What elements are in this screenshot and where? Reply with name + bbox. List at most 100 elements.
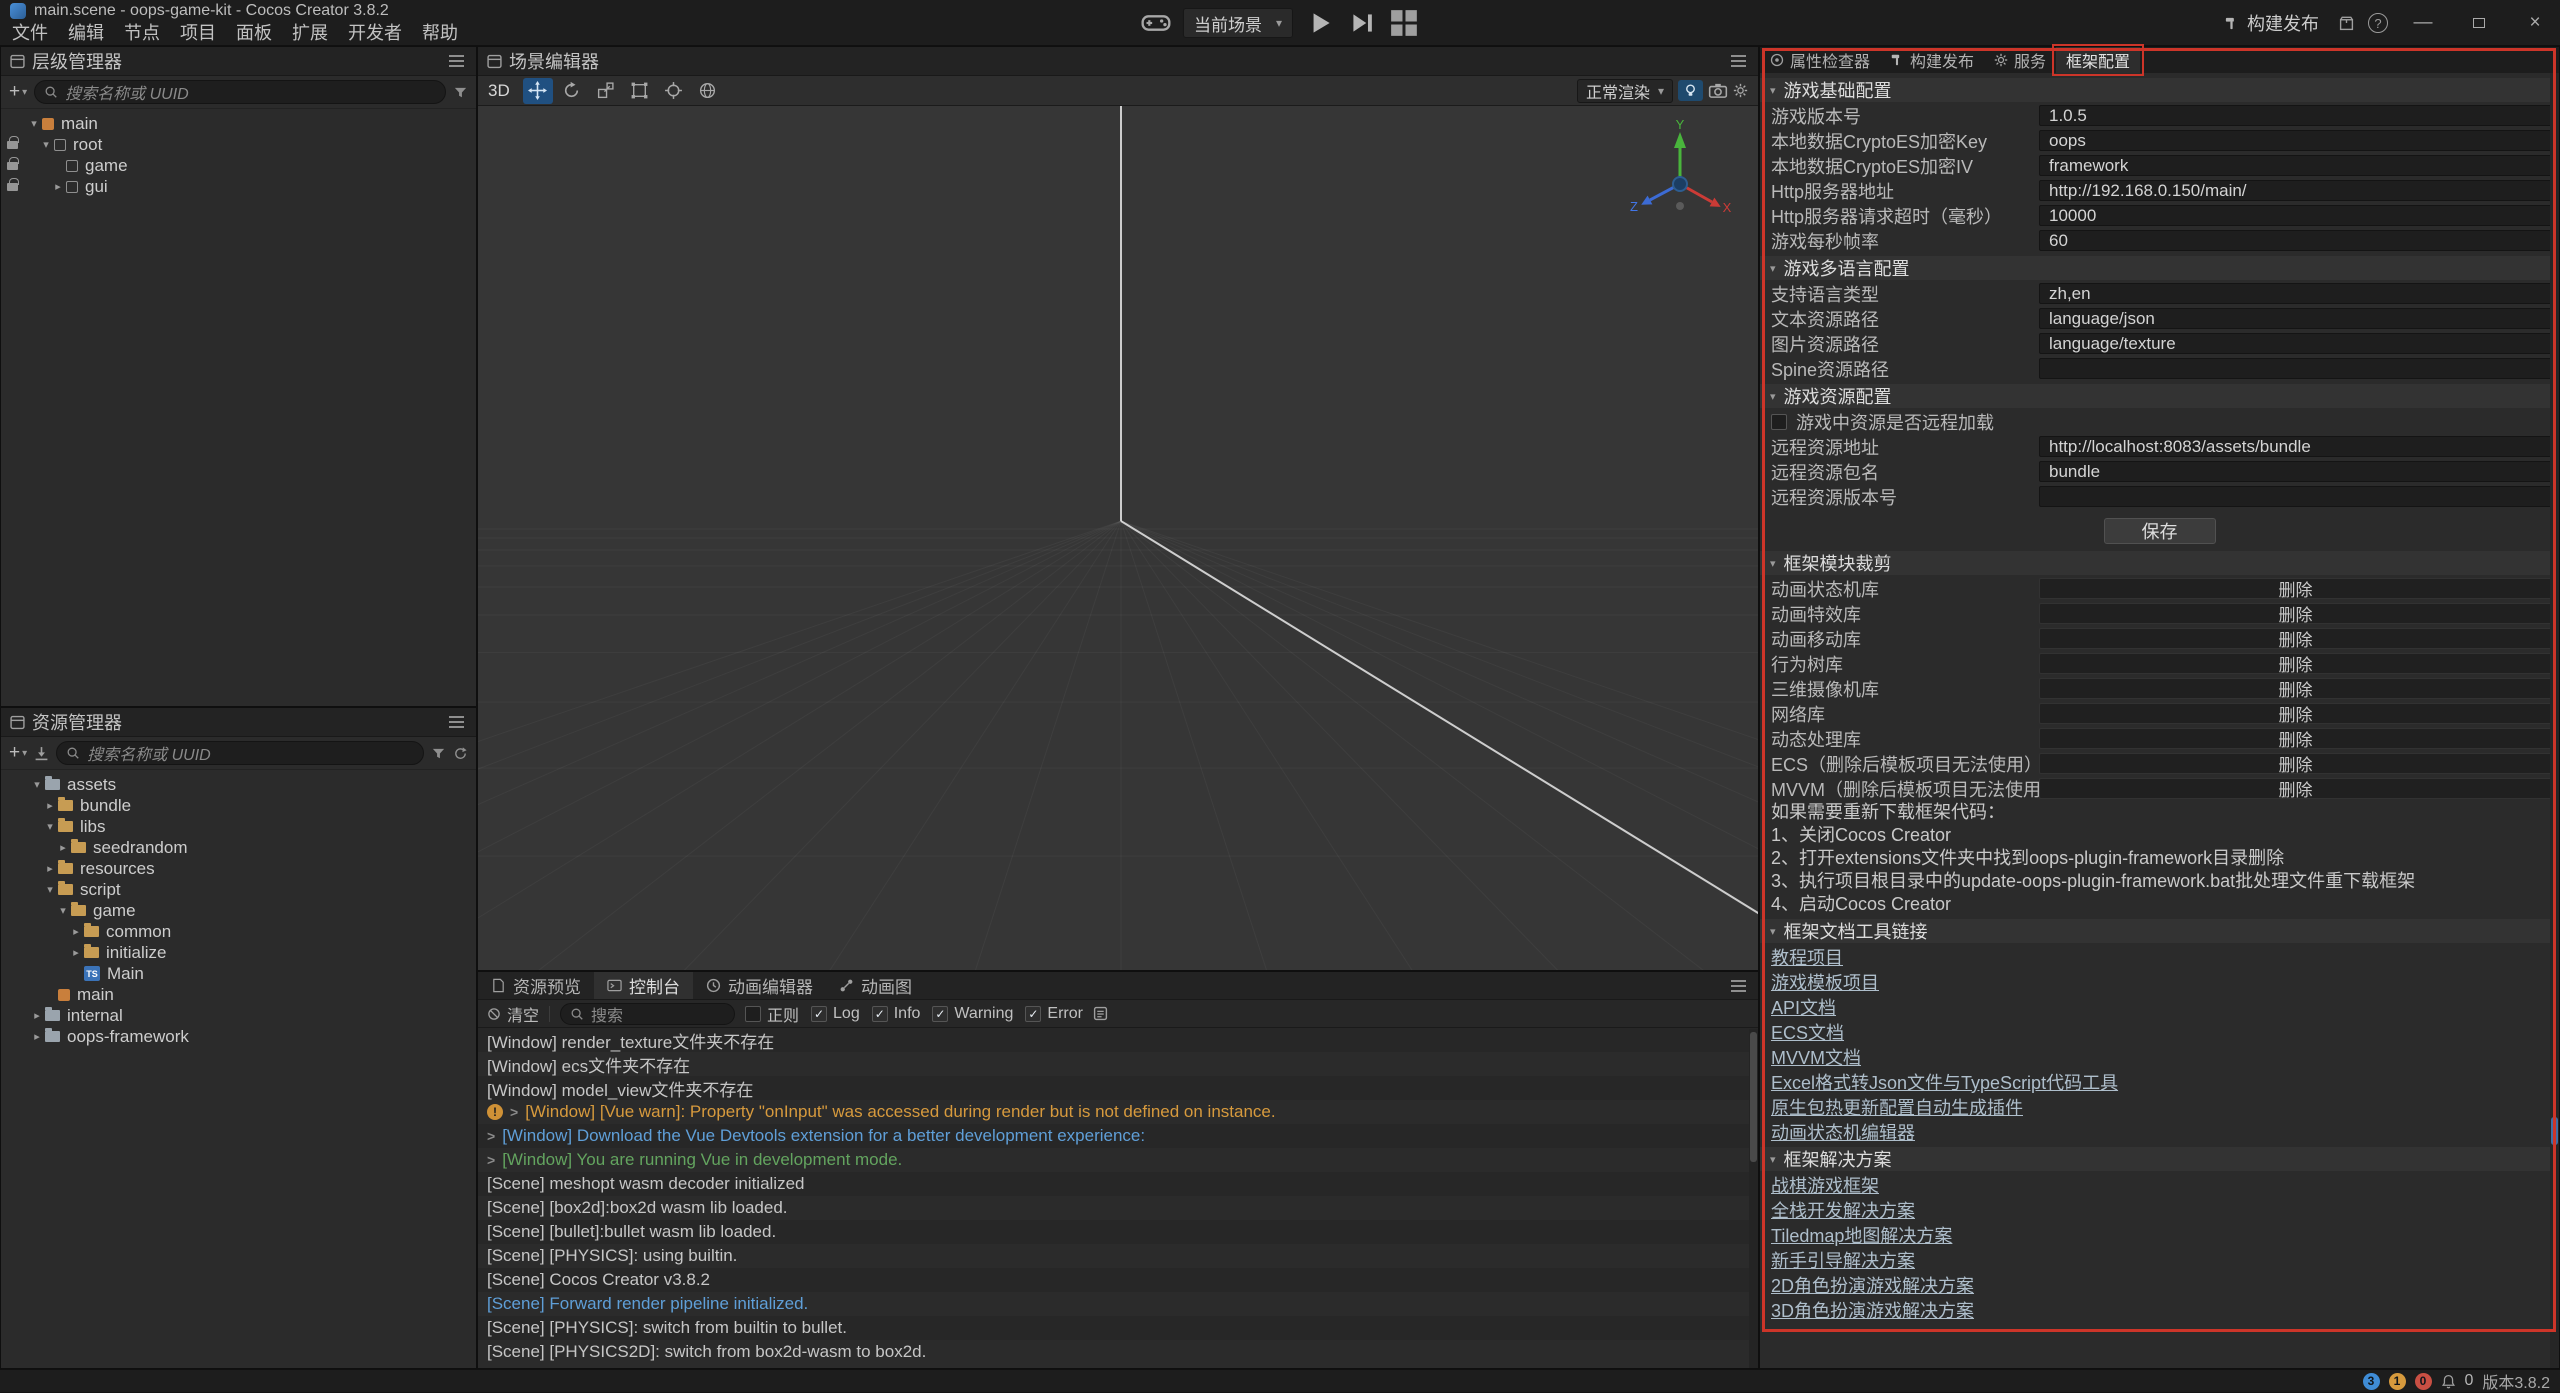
filter-checkbox-Log[interactable]: ✓Log xyxy=(811,1005,860,1023)
help-icon[interactable]: ? xyxy=(2368,13,2388,33)
build-publish-button[interactable]: 构建发布 xyxy=(2218,10,2325,36)
step-button[interactable] xyxy=(1347,8,1377,38)
doc-link[interactable]: 教程项目 xyxy=(1771,944,1843,970)
inspector-tab-服务[interactable]: 服务 xyxy=(1984,47,2056,73)
chevron-right-icon[interactable]: ▸ xyxy=(29,1030,45,1043)
layout-button[interactable] xyxy=(1389,8,1419,38)
camera-icon[interactable] xyxy=(1708,81,1728,101)
tree-row-script[interactable]: ▾script xyxy=(1,879,476,900)
field-input[interactable] xyxy=(2039,486,2552,507)
tree-row-root[interactable]: ▾root xyxy=(1,134,476,155)
filter-icon[interactable] xyxy=(453,85,468,100)
add-asset-button[interactable]: +▾ xyxy=(9,742,27,764)
field-input[interactable] xyxy=(2039,358,2552,379)
console-tab-动画编辑器[interactable]: 动画编辑器 xyxy=(693,972,826,999)
expand-arrow-icon[interactable]: > xyxy=(510,1104,518,1120)
panel-menu-icon[interactable] xyxy=(1731,60,1746,62)
chevron-right-icon[interactable]: ▸ xyxy=(42,862,58,875)
field-input[interactable]: framework xyxy=(2039,155,2552,176)
log-row[interactable]: >[Window] You are running Vue in develop… xyxy=(478,1148,1758,1172)
clear-console-button[interactable]: 清空 xyxy=(487,1002,539,1026)
log-row[interactable]: [Window] ecs文件夹不存在 xyxy=(478,1052,1758,1076)
delete-button[interactable]: 删除 xyxy=(2039,628,2552,649)
globe-tool-icon[interactable] xyxy=(693,78,723,104)
info-count-badge[interactable]: 3 xyxy=(2363,1373,2380,1390)
doc-link[interactable]: 2D角色扮演游戏解决方案 xyxy=(1771,1272,1974,1298)
menu-item[interactable]: 开发者 xyxy=(338,22,412,45)
tree-row-game[interactable]: game xyxy=(1,155,476,176)
play-button[interactable] xyxy=(1305,8,1335,38)
filter-checkbox-Info[interactable]: ✓Info xyxy=(872,1005,921,1023)
warning-count-badge[interactable]: 1 xyxy=(2389,1373,2406,1390)
tree-row-bundle[interactable]: ▸bundle xyxy=(1,795,476,816)
maximize-button[interactable] xyxy=(2458,0,2500,46)
tree-row-main[interactable]: main xyxy=(1,984,476,1005)
scale-tool-icon[interactable] xyxy=(591,78,621,104)
doc-link[interactable]: Tiledmap地图解决方案 xyxy=(1771,1222,1952,1248)
tree-row-seedrandom[interactable]: ▸seedrandom xyxy=(1,837,476,858)
expand-arrow-icon[interactable]: > xyxy=(487,1128,495,1144)
chevron-right-icon[interactable]: ▸ xyxy=(55,841,71,854)
doc-link[interactable]: 新手引导解决方案 xyxy=(1771,1247,1915,1273)
panel-menu-icon[interactable] xyxy=(449,60,464,62)
doc-link[interactable]: ECS文档 xyxy=(1771,1019,1844,1045)
menu-item[interactable]: 节点 xyxy=(114,22,170,45)
delete-button[interactable]: 删除 xyxy=(2039,678,2552,699)
delete-button[interactable]: 删除 xyxy=(2039,603,2552,624)
tree-row-assets[interactable]: ▾assets xyxy=(1,774,476,795)
log-row[interactable]: !>[Window] [Vue warn]: Property "onInput… xyxy=(478,1100,1758,1124)
checkbox-icon[interactable] xyxy=(1771,414,1787,430)
log-row[interactable]: [Scene] [PHYSICS]: switch from builtin t… xyxy=(478,1316,1758,1340)
doc-link[interactable]: 全栈开发解决方案 xyxy=(1771,1197,1915,1223)
chevron-right-icon[interactable]: ▸ xyxy=(68,946,84,959)
assets-search-input[interactable]: 搜索名称或 UUID xyxy=(56,741,424,765)
import-icon[interactable] xyxy=(34,746,49,761)
error-count-badge[interactable]: 0 xyxy=(2415,1373,2432,1390)
console-tab-控制台[interactable]: 控制台 xyxy=(594,972,693,999)
chevron-down-icon[interactable]: ▾ xyxy=(29,778,45,791)
axis-gizmo[interactable]: Y X Z xyxy=(1620,118,1740,238)
console-tab-动画图[interactable]: 动画图 xyxy=(826,972,925,999)
inspector-scrollbar[interactable] xyxy=(2550,73,2559,1368)
panel-menu-icon[interactable] xyxy=(449,721,464,723)
section-header[interactable]: ▾游戏多语言配置 xyxy=(1760,256,2559,280)
tree-row-libs[interactable]: ▾libs xyxy=(1,816,476,837)
section-header[interactable]: ▾框架解决方案 xyxy=(1760,1147,2559,1171)
expand-arrow-icon[interactable]: > xyxy=(487,1152,495,1168)
chevron-right-icon[interactable]: ▸ xyxy=(68,925,84,938)
console-search-input[interactable]: 搜索 xyxy=(560,1003,735,1025)
section-header[interactable]: ▾游戏基础配置 xyxy=(1760,78,2559,102)
tree-row-oops-framework[interactable]: ▸oops-framework xyxy=(1,1026,476,1047)
doc-link[interactable]: 战棋游戏框架 xyxy=(1771,1172,1879,1198)
inspector-tab-构建发布[interactable]: 构建发布 xyxy=(1880,47,1984,73)
tree-row-Main[interactable]: TSMain xyxy=(1,963,476,984)
menu-item[interactable]: 编辑 xyxy=(58,22,114,45)
pivot-tool-icon[interactable] xyxy=(659,78,689,104)
close-button[interactable]: × xyxy=(2514,0,2556,46)
log-row[interactable]: [Scene] Forward render pipeline initiali… xyxy=(478,1292,1758,1316)
filter-icon[interactable] xyxy=(431,746,446,761)
delete-button[interactable]: 删除 xyxy=(2039,703,2552,724)
menu-item[interactable]: 帮助 xyxy=(412,22,468,45)
section-header[interactable]: ▾游戏资源配置 xyxy=(1760,384,2559,408)
save-button[interactable]: 保存 xyxy=(2104,518,2216,544)
field-input[interactable]: oops xyxy=(2039,130,2552,151)
doc-link[interactable]: MVVM文档 xyxy=(1771,1044,1861,1070)
add-node-button[interactable]: +▾ xyxy=(9,81,27,103)
package-icon[interactable] xyxy=(2339,16,2354,31)
section-header[interactable]: ▾框架文档工具链接 xyxy=(1760,919,2559,943)
menu-item[interactable]: 扩展 xyxy=(282,22,338,45)
doc-link[interactable]: 动画状态机编辑器 xyxy=(1771,1119,1915,1145)
chevron-right-icon[interactable]: ▸ xyxy=(42,799,58,812)
delete-button[interactable]: 删除 xyxy=(2039,728,2552,749)
move-tool-icon[interactable] xyxy=(523,78,553,104)
menu-item[interactable]: 项目 xyxy=(170,22,226,45)
gear-icon[interactable] xyxy=(1733,83,1748,98)
chevron-down-icon[interactable]: ▾ xyxy=(55,904,71,917)
tree-row-resources[interactable]: ▸resources xyxy=(1,858,476,879)
remote-load-checkbox-row[interactable]: 游戏中资源是否远程加载 xyxy=(1760,409,2559,434)
field-input[interactable]: 10000 xyxy=(2039,205,2552,226)
chevron-right-icon[interactable]: ▸ xyxy=(29,1009,45,1022)
mode-3d-button[interactable]: 3D xyxy=(488,81,510,101)
inspector-tab-框架配置[interactable]: 框架配置 xyxy=(2056,47,2140,73)
